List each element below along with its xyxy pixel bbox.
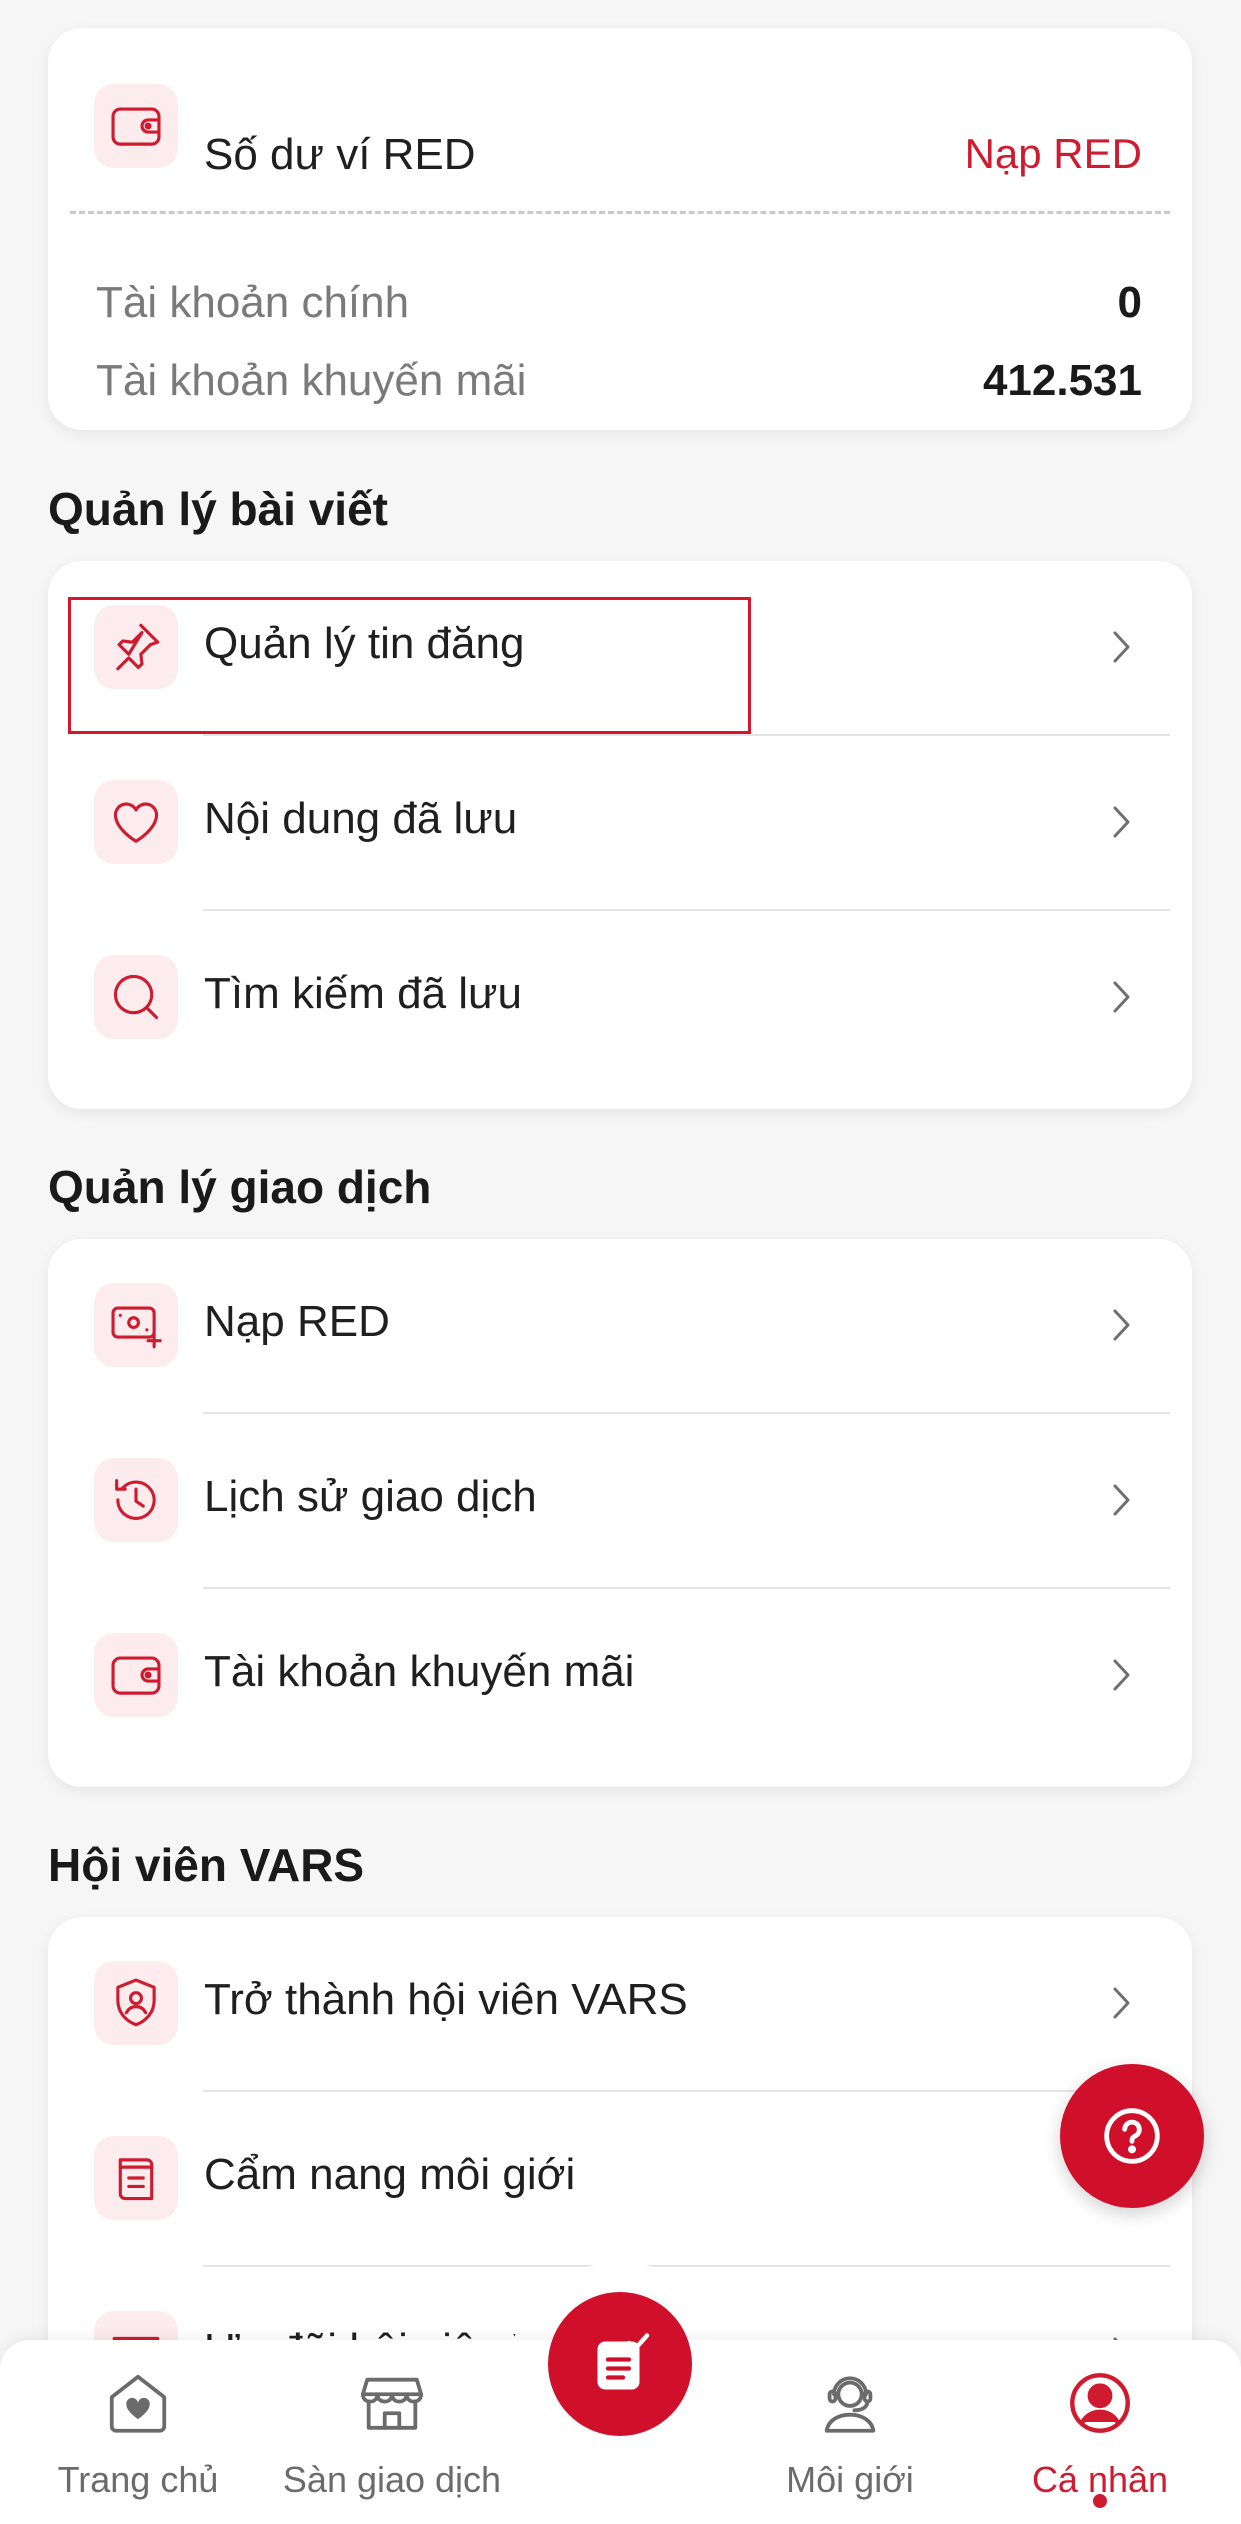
menu-item-label: Nội dung đã lưu (204, 794, 518, 843)
chevron-right-icon (1113, 806, 1130, 838)
user-circle-icon (1070, 2373, 1130, 2433)
menu-item-label: Cẩm nang môi giới (204, 2150, 576, 2199)
handbook-icon (94, 2136, 178, 2220)
help-button[interactable] (1060, 2064, 1204, 2208)
vars-section-title: Hội viên VARS (48, 1839, 365, 1891)
menu-item-manage-listings[interactable]: Quản lý tin đăng (48, 561, 1192, 736)
main-account-value: 0 (1117, 278, 1142, 327)
menu-item-saved-searches[interactable]: Tìm kiếm đã lưu (48, 911, 1192, 1086)
menu-item-label: Quản lý tin đăng (204, 619, 525, 668)
menu-item-label: Tài khoản khuyến mãi (204, 1647, 635, 1696)
menu-item-broker-handbook[interactable]: Cẩm nang môi giới (48, 2092, 1192, 2267)
main-account-label: Tài khoản chính (96, 278, 410, 327)
question-icon (1104, 2108, 1160, 2164)
promo-account-value: 412.531 (982, 356, 1142, 405)
tab-home[interactable]: Trang chủ (50, 2368, 226, 2501)
search-icon (94, 955, 178, 1039)
chevron-right-icon (1113, 631, 1130, 663)
money-add-icon (94, 1283, 178, 1367)
chevron-right-icon (1113, 1987, 1130, 2019)
wallet-card: Số dư ví RED Nạp RED Tài khoản chính 0 T… (48, 28, 1192, 430)
wallet-icon (94, 84, 178, 168)
menu-item-label: Tìm kiếm đã lưu (204, 969, 522, 1018)
profile-screen: Số dư ví RED Nạp RED Tài khoản chính 0 T… (0, 0, 1241, 2524)
main-account-row: Tài khoản chính 0 (96, 278, 1142, 338)
menu-item-become-vars-member[interactable]: Trở thành hội viên VARS (48, 1917, 1192, 2092)
menu-item-label: Lịch sử giao dịch (204, 1472, 537, 1521)
menu-item-promo-account[interactable]: Tài khoản khuyến mãi (48, 1589, 1192, 1764)
menu-item-saved-content[interactable]: Nội dung đã lưu (48, 736, 1192, 911)
active-tab-indicator (1093, 2494, 1107, 2508)
tab-label: Sàn giao dịch (282, 2459, 502, 2500)
menu-item-label: Trở thành hội viên VARS (204, 1975, 688, 2024)
shield-user-icon (94, 1961, 178, 2045)
menu-item-topup-red[interactable]: Nạp RED (48, 1239, 1192, 1414)
home-heart-icon (109, 2374, 167, 2433)
tab-label: Trang chủ (57, 2459, 219, 2500)
chevron-right-icon (1113, 1309, 1130, 1341)
promo-account-label: Tài khoản khuyến mãi (96, 356, 527, 405)
create-post-button[interactable] (548, 2292, 692, 2436)
store-icon (360, 2377, 424, 2430)
tab-profile[interactable]: Cá nhân (1020, 2368, 1180, 2501)
chevron-right-icon (1113, 1659, 1130, 1691)
posts-card: Quản lý tin đăng Nội dung đã lưu Tìm kiế… (48, 561, 1192, 1109)
menu-item-transaction-history[interactable]: Lịch sử giao dịch (48, 1414, 1192, 1589)
posts-section-title: Quản lý bài viết (48, 483, 388, 535)
transactions-card: Nạp RED Lịch sử giao dịch Tài khoản khuy… (48, 1239, 1192, 1787)
wallet-title: Số dư ví RED (204, 130, 476, 179)
transactions-section-title: Quản lý giao dịch (48, 1161, 432, 1213)
heart-icon (94, 780, 178, 864)
menu-item-label: Nạp RED (204, 1297, 390, 1346)
pin-icon (94, 605, 178, 689)
tab-broker[interactable]: Môi giới (770, 2368, 930, 2501)
post-note-icon (597, 2333, 650, 2390)
chevron-right-icon (1113, 1484, 1130, 1516)
topup-red-link[interactable]: Nạp RED (965, 130, 1142, 178)
tab-exchange[interactable]: Sàn giao dịch (272, 2368, 512, 2501)
chevron-right-icon (1113, 981, 1130, 1013)
wallet-divider (70, 211, 1170, 214)
agent-icon (824, 2376, 876, 2433)
history-icon (94, 1458, 178, 1542)
tab-label: Môi giới (786, 2459, 914, 2500)
promo-account-row: Tài khoản khuyến mãi 412.531 (96, 356, 1142, 416)
wallet-icon (94, 1633, 178, 1717)
